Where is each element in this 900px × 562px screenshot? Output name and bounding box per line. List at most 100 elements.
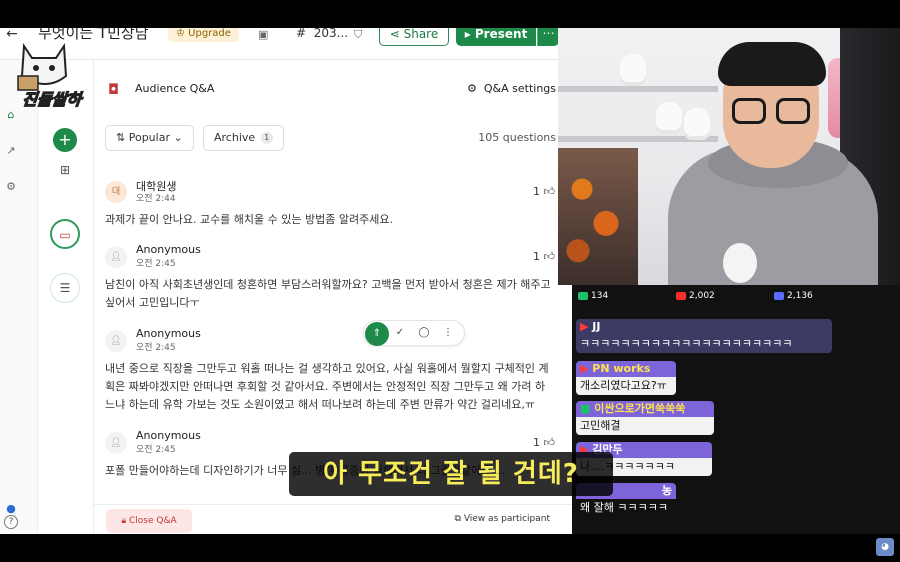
channel-logo: 진돌쌀하: [6, 36, 84, 110]
play-icon: ▸: [464, 28, 475, 41]
sort-icon: ⇅: [116, 131, 129, 144]
view-as-participant-label: View as participant: [463, 514, 550, 524]
panel-title: Audience Q&A: [135, 82, 215, 95]
help-icon[interactable]: ?: [4, 515, 18, 529]
youtube-badge-icon: ▶: [580, 320, 593, 333]
thumbs-up-icon: 👍︎: [543, 185, 556, 198]
like-button[interactable]: 1 👍︎: [533, 250, 555, 263]
close-qa-button[interactable]: 🔒︎ Close Q&A: [106, 509, 192, 533]
webcam-view: [558, 28, 900, 285]
plush-toy: [656, 102, 682, 134]
info-dot-icon: ●: [6, 502, 16, 515]
calendar-icon[interactable]: ▣: [258, 28, 268, 41]
share-label: Share: [403, 28, 439, 41]
settings-gear-icon: ⚙: [467, 82, 484, 95]
sort-dropdown[interactable]: ⇅ Popular ⌄: [105, 125, 194, 151]
archive-label: Archive: [214, 131, 256, 144]
question-count: 105 questions: [478, 131, 556, 144]
thumbs-up-icon: 👍︎: [543, 250, 556, 263]
share-button[interactable]: ⋖ Share: [379, 28, 449, 46]
qa-chat-icon[interactable]: ▭: [50, 219, 80, 249]
participant-icon: ⧉: [454, 514, 464, 524]
chat-author-name: 이싼으로가면쑥쑥쑥: [594, 402, 686, 415]
question-actions-toolbar: ⇑ ✓ ◯ ⋮: [363, 320, 465, 346]
question-text: 남친이 아직 사회초년생인데 청혼하면 부담스러워할까요? 고백을 먼저 받아서…: [105, 278, 551, 309]
like-count: 1: [533, 250, 540, 263]
chzzk-viewers: 134: [578, 291, 608, 301]
interaction-rail: + ⊞ ▭ ☰: [38, 60, 94, 534]
view-as-participant-link[interactable]: ⧉ View as participant: [455, 514, 550, 524]
close-qa-label: Close Q&A: [129, 516, 177, 526]
check-icon[interactable]: ✓: [392, 325, 408, 341]
present-button[interactable]: ▸ Present: [456, 28, 536, 46]
lock-icon: 🔒︎: [121, 516, 129, 526]
sort-label: Popular: [128, 131, 170, 144]
chat-author-name: PN works: [592, 362, 651, 375]
hash-icon: #: [296, 28, 314, 40]
archive-tab[interactable]: Archive 1: [203, 125, 284, 151]
chat-text: 개소리였다고요?ㅠ: [576, 377, 676, 395]
live-chat: 134 2,002 2,136 ▶ JJ ㅋㅋㅋㅋㅋㅋㅋㅋㅋㅋㅋㅋㅋㅋㅋㅋㅋㅋㅋ…: [572, 285, 900, 534]
flower-stand: [558, 148, 638, 285]
like-button[interactable]: 1 👍︎: [533, 185, 555, 198]
question-author: Anonymous: [136, 327, 201, 340]
hoodie-print: [723, 243, 757, 283]
qa-settings-label: Q&A settings: [483, 82, 556, 95]
viewers-icon: [774, 291, 784, 300]
left-rail: ⌂ ↗ ⚙ ●: [0, 60, 38, 534]
chat-message: ▶ JJ ㅋㅋㅋㅋㅋㅋㅋㅋㅋㅋㅋㅋㅋㅋㅋㅋㅋㅋㅋㅋㅋ: [576, 319, 832, 353]
channel-logo-text: 진돌쌀하: [21, 89, 83, 109]
plush-toy: [620, 54, 646, 86]
chat-author: ▶ JJ: [576, 319, 832, 335]
anonymous-avatar-icon: 👤︎: [105, 246, 127, 268]
channel-avatar-icon[interactable]: ◕: [876, 538, 894, 556]
reply-icon[interactable]: ◯: [416, 325, 432, 341]
total-viewers: 2,136: [774, 291, 813, 301]
question-time: 오전 2:45: [136, 343, 176, 353]
home-icon[interactable]: ⌂: [4, 108, 18, 122]
gear-icon[interactable]: ⚙: [4, 180, 18, 194]
more-vertical-icon[interactable]: ⋮: [440, 325, 456, 341]
panel-footer: 🔒︎ Close Q&A ⧉ View as participant: [94, 504, 572, 534]
avatar: 대: [105, 181, 127, 203]
qa-settings-button[interactable]: ⚙ Q&A settings: [467, 82, 556, 95]
chat-text: ㅋㅋㅋㅋㅋㅋㅋㅋㅋㅋㅋㅋㅋㅋㅋㅋㅋㅋㅋㅋㅋ: [576, 335, 832, 353]
chzzk-badge-icon: ■: [580, 402, 595, 415]
video-frame: ← 무엇이든 T민상담 ♔ Upgrade ▣ # 203... ⛉ ⋖ Sha…: [0, 0, 900, 562]
present-more-button[interactable]: ⋯: [537, 28, 559, 46]
upgrade-button[interactable]: ♔ Upgrade: [168, 28, 239, 42]
analytics-icon[interactable]: ↗: [4, 144, 18, 158]
highlight-up-icon[interactable]: ⇑: [365, 322, 389, 346]
chat-author: ■ 이싼으로가면쑥쑥쑥: [576, 401, 714, 417]
top-bar: ← 무엇이든 T민상담 ♔ Upgrade ▣ # 203... ⛉ ⋖ Sha…: [0, 28, 572, 60]
chat-message: ▶ PN works 개소리였다고요?ㅠ: [576, 361, 676, 395]
like-count: 1: [533, 436, 540, 449]
question-time: 오전 2:45: [136, 445, 176, 455]
add-interaction-button[interactable]: +: [53, 128, 77, 152]
youtube-icon: [676, 291, 686, 300]
like-button[interactable]: 1 👍︎: [533, 436, 555, 449]
chzzk-icon: [578, 291, 588, 300]
thumbs-up-icon: 👍︎: [543, 436, 556, 449]
event-code[interactable]: # 203...: [296, 28, 348, 40]
anonymous-avatar-icon: 👤︎: [105, 330, 127, 352]
crown-icon: ♔: [176, 28, 189, 39]
question-time: 오전 2:45: [136, 259, 176, 269]
glasses-icon: [732, 98, 810, 124]
chat-author: ▶ PN works: [576, 361, 676, 377]
youtube-badge-icon: ▶: [580, 362, 593, 375]
question-text: 과제가 끝이 안나요. 교수를 해치울 수 있는 방법좀 알려주세요.: [105, 213, 393, 226]
caption-subtitle: 아 무조건 잘 될 건데?: [289, 452, 613, 496]
poll-list-icon[interactable]: ☰: [50, 273, 80, 303]
chat-message: ■ 이싼으로가면쑥쑥쑥 고민해결: [576, 401, 714, 435]
event-code-value: 203...: [313, 28, 349, 40]
question-author: Anonymous: [136, 243, 201, 256]
youtube-viewers: 2,002: [676, 291, 715, 301]
shield-icon[interactable]: ⛉: [354, 28, 362, 42]
share-icon: ⋖: [389, 28, 404, 41]
chzzk-count: 134: [591, 291, 609, 301]
panel-header: ◘ Audience Q&A ⚙ Q&A settings: [108, 80, 556, 100]
question-time: 오전 2:44: [136, 194, 176, 204]
upgrade-label: Upgrade: [188, 28, 231, 39]
grid-icon[interactable]: ⊞: [56, 161, 74, 179]
